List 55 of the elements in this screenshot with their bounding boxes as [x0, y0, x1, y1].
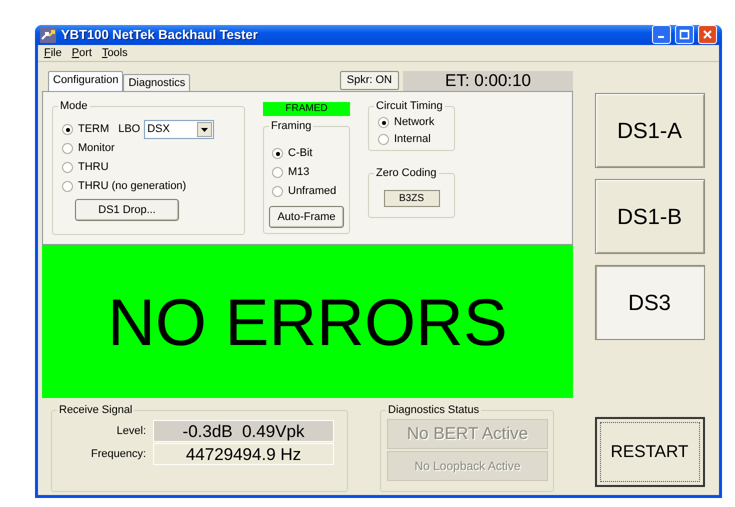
radio-button[interactable]	[378, 117, 389, 128]
minimize-button[interactable]	[652, 25, 671, 44]
radio-label: M13	[288, 165, 310, 180]
speaker-button[interactable]: Spkr: ON	[340, 71, 399, 90]
radio-button[interactable]	[272, 148, 283, 159]
auto-frame-button[interactable]: Auto-Frame	[269, 206, 344, 228]
group-title: Zero Coding	[374, 166, 439, 180]
close-button[interactable]	[698, 25, 717, 44]
menu-item[interactable]: Tools	[102, 44, 128, 61]
maximize-icon	[679, 29, 690, 40]
signal-value: 44729494.9 Hz	[153, 443, 334, 465]
lbo-dropdown[interactable]: DSX	[144, 120, 214, 139]
radio-label: Internal	[394, 134, 431, 145]
framing-status: FRAMED	[263, 102, 350, 116]
status-field: No Loopback Active	[387, 451, 548, 481]
zero-coding-value: B3ZS	[384, 190, 440, 207]
close-icon	[702, 29, 713, 40]
menu-item[interactable]: Port	[72, 44, 92, 61]
lbo-label: LBO	[118, 122, 140, 138]
status-field: No BERT Active	[387, 419, 548, 449]
radio-button[interactable]	[62, 181, 73, 192]
signal-label: Frequency:	[90, 446, 147, 462]
radio-label: THRU (no generation)	[78, 179, 186, 194]
channel-button[interactable]: DS3	[594, 265, 704, 340]
ds1-drop-button[interactable]: DS1 Drop...	[75, 199, 179, 221]
radio-button[interactable]	[272, 167, 283, 178]
signal-label: Level:	[116, 424, 147, 439]
menu-item[interactable]: File	[44, 44, 62, 61]
window-title: YBT100 NetTek Backhaul Tester	[61, 26, 258, 44]
tab[interactable]: Diagnostics	[123, 74, 190, 91]
elapsed-time: ET: 0:00:10	[403, 71, 573, 91]
radio-label: THRU	[78, 160, 109, 176]
group-title: Framing	[269, 119, 314, 133]
radio-label: Unframed	[288, 184, 336, 200]
radio-button[interactable]	[62, 162, 73, 173]
tab[interactable]: Configuration	[48, 71, 124, 91]
radio-label: Network	[394, 117, 434, 128]
channel-button[interactable]: DS1-A	[594, 93, 704, 168]
restart-button[interactable]: RESTART	[594, 417, 704, 487]
channel-button[interactable]: DS1-B	[594, 179, 704, 254]
group-title: Circuit Timing	[374, 99, 445, 113]
caret-icon	[201, 128, 208, 132]
radio-label: C-Bit	[288, 146, 312, 162]
radio-button[interactable]	[62, 143, 73, 154]
radio-button[interactable]	[272, 186, 283, 197]
signal-value: -0.3dB 0.49Vpk	[153, 420, 334, 442]
group-title: Diagnostics Status	[386, 403, 482, 417]
radio-button[interactable]	[378, 134, 389, 145]
group-title: Receive Signal	[57, 403, 134, 417]
app-icon	[40, 26, 56, 43]
maximize-button[interactable]	[675, 25, 694, 44]
radio-label: TERM	[78, 122, 110, 138]
status-text: NO ERRORS	[108, 288, 508, 354]
radio-label: Monitor	[78, 141, 115, 156]
radio-button[interactable]	[62, 124, 73, 135]
